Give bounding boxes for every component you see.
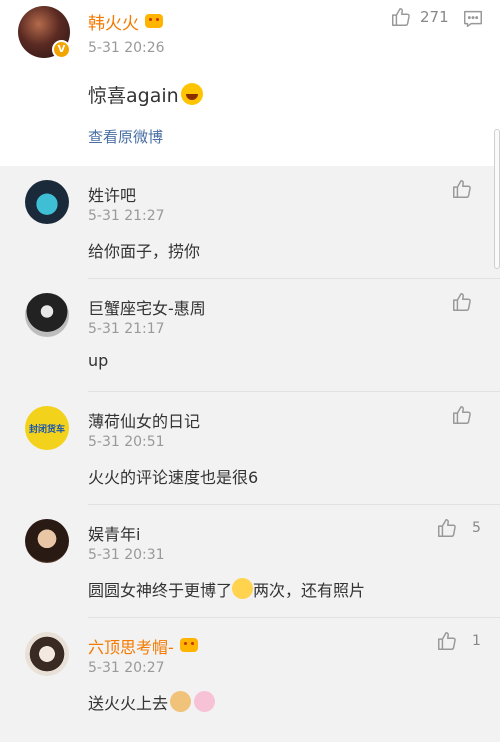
comment-time: 5-31 20:51 xyxy=(88,434,165,450)
author-name[interactable]: 韩火火 xyxy=(88,9,163,34)
comment-item: 巨蟹座宅女-惠周 5-31 21:17 up xyxy=(0,279,500,392)
comment-like-button[interactable]: 5 xyxy=(436,517,481,539)
commenter-name[interactable]: 娱青年i xyxy=(88,521,140,545)
post-time: 5-31 20:26 xyxy=(88,40,165,56)
comment-item: 六顶思考帽- 5-31 20:27 送火火上去 1 xyxy=(0,618,500,742)
comment-time: 5-31 21:27 xyxy=(88,208,165,224)
bunny-emoji-icon xyxy=(194,691,216,712)
commenter-avatar[interactable] xyxy=(25,180,69,224)
comment-button[interactable] xyxy=(462,8,484,30)
post-text-content: 惊喜again xyxy=(88,85,179,107)
commenter-name[interactable]: 六顶思考帽- xyxy=(88,634,198,658)
comment-text-part: 两次，还有照片 xyxy=(253,581,366,600)
comment-text-part: 送火火上去 xyxy=(88,694,169,713)
thumbs-up-icon xyxy=(451,291,473,313)
thumbs-up-icon xyxy=(451,404,473,426)
post-text: 惊喜again xyxy=(88,81,203,108)
commenter-avatar[interactable] xyxy=(25,293,69,337)
commenter-name[interactable]: 薄荷仙女的日记 xyxy=(88,408,200,432)
like-count: 1 xyxy=(472,633,481,649)
author-name-text: 韩火火 xyxy=(88,14,139,34)
comment-like-button[interactable] xyxy=(451,404,473,426)
like-count: 5 xyxy=(472,520,481,536)
commenter-name[interactable]: 巨蟹座宅女-惠周 xyxy=(88,295,206,319)
like-count: 271 xyxy=(420,8,449,26)
commenter-avatar[interactable] xyxy=(25,632,69,676)
comment-time: 5-31 20:27 xyxy=(88,660,165,676)
comment-item: 姓许吧 5-31 21:27 给你面子，捞你 xyxy=(0,166,500,279)
comment-text: 送火火上去 xyxy=(88,690,216,714)
thinking-emoji-icon xyxy=(232,578,254,599)
comment-like-button[interactable] xyxy=(451,178,473,200)
view-original-link[interactable]: 查看原微博 xyxy=(88,126,163,147)
comment-icon xyxy=(462,8,484,30)
comment-item: 娱青年i 5-31 20:31 圆圆女神终于更博了 两次，还有照片 5 xyxy=(0,505,500,618)
comment-text: up xyxy=(88,351,109,370)
comment-text: 火火的评论速度也是很6 xyxy=(88,468,259,487)
laughing-emoji-icon xyxy=(180,83,203,105)
thumbs-up-icon xyxy=(451,178,473,200)
commenter-name-text: 六顶思考帽- xyxy=(88,638,174,657)
comment-like-button[interactable]: 1 xyxy=(436,630,481,652)
crown-icon xyxy=(145,14,163,28)
dog-emoji-icon xyxy=(170,691,192,712)
comment-text: 圆圆女神终于更博了 两次，还有照片 xyxy=(88,577,365,601)
original-post: V 韩火火 5-31 20:26 惊喜again 查看原微博 271 xyxy=(0,0,500,166)
thumbs-up-icon xyxy=(436,517,458,539)
like-button[interactable]: 271 xyxy=(390,6,449,28)
comment-text-part: 圆圆女神终于更博了 xyxy=(88,581,233,600)
crown-icon xyxy=(179,638,198,652)
comment-time: 5-31 21:17 xyxy=(88,321,165,337)
comment-time: 5-31 20:31 xyxy=(88,547,165,563)
commenter-avatar[interactable] xyxy=(25,519,69,563)
comment-like-button[interactable] xyxy=(451,291,473,313)
comment-text: 给你面子，捞你 xyxy=(88,242,201,261)
commenter-avatar[interactable]: 封闭货车 xyxy=(25,406,69,450)
thumbs-up-icon xyxy=(390,6,412,28)
comment-item: 封闭货车 薄荷仙女的日记 5-31 20:51 火火的评论速度也是很6 xyxy=(0,392,500,505)
commenter-name[interactable]: 姓许吧 xyxy=(88,182,136,206)
verified-badge-icon: V xyxy=(52,40,71,59)
thumbs-up-icon xyxy=(436,630,458,652)
avatar-text: 封闭货车 xyxy=(28,424,65,435)
